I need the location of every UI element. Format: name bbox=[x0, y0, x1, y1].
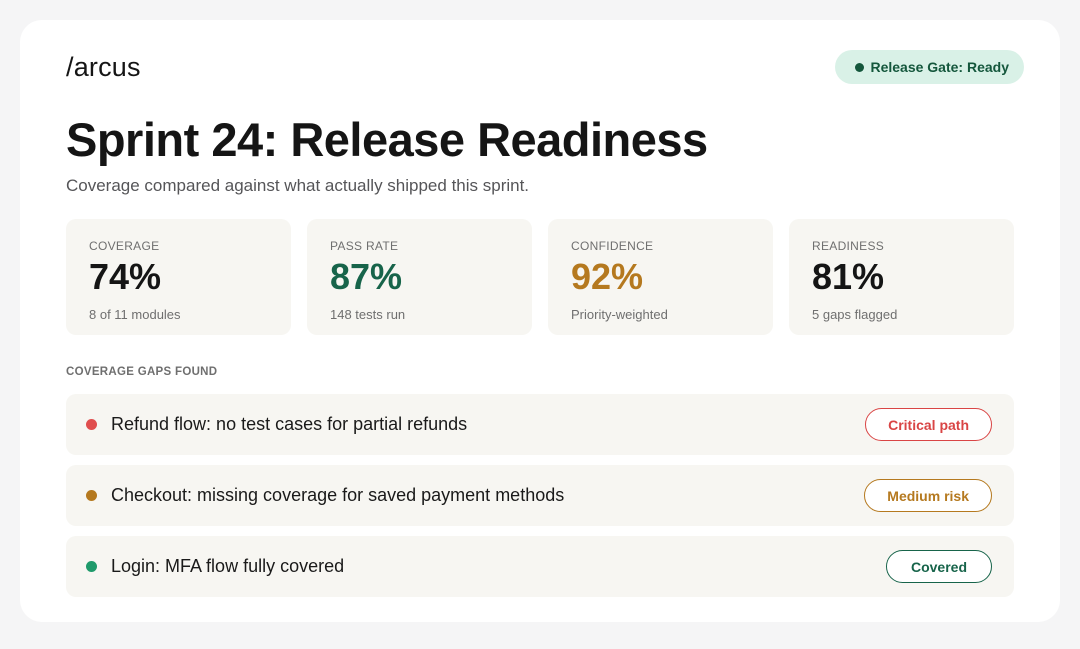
stat-card-confidence: CONFIDENCE 92% Priority-weighted bbox=[548, 219, 773, 335]
stat-card-pass-rate: PASS RATE 87% 148 tests run bbox=[307, 219, 532, 335]
stat-value: 92% bbox=[571, 256, 644, 297]
gap-text: Refund flow: no test cases for partial r… bbox=[111, 414, 468, 434]
severity-badge[interactable]: Medium risk bbox=[864, 479, 992, 512]
stat-label: READINESS bbox=[812, 239, 885, 253]
page-subtitle: Coverage compared against what actually … bbox=[66, 176, 530, 195]
release-gate-badge: Release Gate: Ready bbox=[835, 50, 1024, 84]
stat-card-readiness: READINESS 81% 5 gaps flagged bbox=[789, 219, 1014, 335]
stat-card-coverage: COVERAGE 74% 8 of 11 modules bbox=[66, 219, 291, 335]
page-title: Sprint 24: Release Readiness bbox=[66, 113, 708, 166]
status-dot-icon bbox=[855, 62, 865, 72]
stat-value: 74% bbox=[89, 256, 162, 297]
severity-badge[interactable]: Covered bbox=[886, 550, 992, 583]
release-gate-label: Release Gate: Ready bbox=[870, 59, 1009, 75]
stat-note: 148 tests run bbox=[330, 307, 406, 322]
section-heading-gaps: COVERAGE GAPS FOUND bbox=[66, 366, 218, 378]
list-item[interactable]: Login: MFA flow fully covered Covered bbox=[66, 536, 1014, 597]
stat-note: 5 gaps flagged bbox=[812, 307, 898, 322]
severity-dot-icon bbox=[86, 419, 97, 430]
severity-badge[interactable]: Critical path bbox=[865, 408, 992, 441]
stat-note: 8 of 11 modules bbox=[89, 307, 181, 322]
stat-label: CONFIDENCE bbox=[571, 239, 654, 253]
list-item[interactable]: Checkout: missing coverage for saved pay… bbox=[66, 465, 1014, 526]
stat-value: 81% bbox=[812, 256, 885, 297]
gap-text: Login: MFA flow fully covered bbox=[111, 556, 345, 576]
stat-value: 87% bbox=[330, 256, 403, 297]
readiness-card: /arcus Release Gate: Ready Sprint 24: Re… bbox=[20, 20, 1060, 622]
stat-label: COVERAGE bbox=[89, 239, 160, 253]
gap-text: Checkout: missing coverage for saved pay… bbox=[111, 485, 565, 505]
stat-note: Priority-weighted bbox=[571, 307, 668, 322]
brand-logo: /arcus bbox=[66, 52, 141, 82]
stat-label: PASS RATE bbox=[330, 239, 399, 253]
gaps-list: Refund flow: no test cases for partial r… bbox=[66, 394, 1014, 607]
stats-row: COVERAGE 74% 8 of 11 modules PASS RATE 8… bbox=[66, 219, 1014, 335]
severity-dot-icon bbox=[86, 490, 97, 501]
list-item[interactable]: Refund flow: no test cases for partial r… bbox=[66, 394, 1014, 455]
severity-dot-icon bbox=[86, 561, 97, 572]
